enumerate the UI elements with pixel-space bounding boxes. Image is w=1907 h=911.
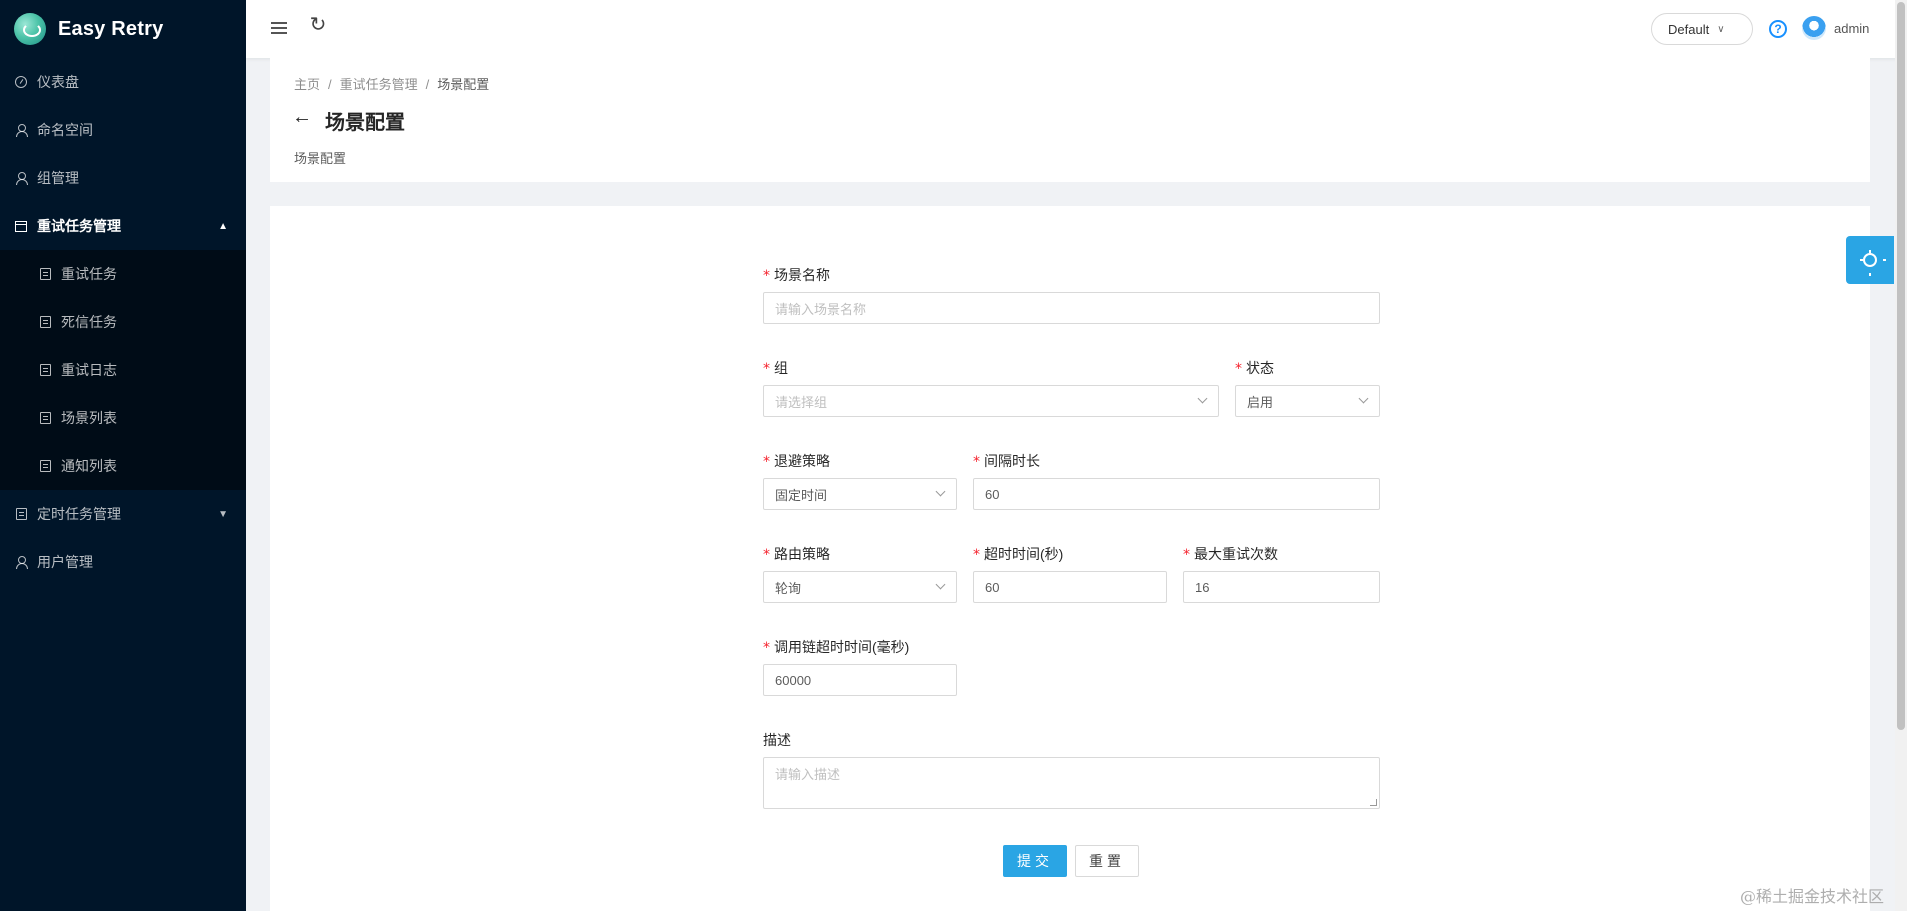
sidebar-item-label: 组管理 bbox=[37, 170, 79, 186]
max-retry-input[interactable]: 16 bbox=[1183, 571, 1380, 603]
chevron-down-icon: ▼ bbox=[218, 508, 228, 520]
breadcrumb: 主页 / 重试任务管理 / 场景配置 bbox=[294, 74, 489, 93]
backoff-strategy-select[interactable]: 固定时间 bbox=[763, 478, 957, 510]
table-icon bbox=[38, 267, 52, 281]
chevron-down-icon bbox=[1358, 393, 1369, 404]
sidebar-item-label: 定时任务管理 bbox=[37, 506, 121, 522]
sidebar-item-namespace[interactable]: 命名空间 bbox=[0, 106, 246, 154]
sidebar-item-label: 用户管理 bbox=[37, 554, 93, 570]
settings-drawer-button[interactable] bbox=[1846, 236, 1894, 284]
timeout-label: * 超时时间(秒) bbox=[973, 546, 1064, 563]
breadcrumb-separator: / bbox=[425, 77, 430, 92]
chain-timeout-label: * 调用链超时时间(毫秒) bbox=[763, 639, 910, 656]
page-header: 主页 / 重试任务管理 / 场景配置 ← 场景配置 场景配置 bbox=[270, 58, 1870, 182]
scene-name-label: * 场景名称 bbox=[763, 267, 830, 284]
sidebar-item-scene-list[interactable]: 场景列表 bbox=[0, 394, 246, 442]
chain-timeout-input[interactable]: 60000 bbox=[763, 664, 957, 696]
sidebar-item-label: 重试任务 bbox=[61, 266, 117, 282]
sidebar-item-retry-task[interactable]: 重试任务 bbox=[0, 250, 246, 298]
workspace-select[interactable]: Default ∨ bbox=[1651, 13, 1753, 45]
submit-button[interactable]: 提交 bbox=[1003, 845, 1067, 877]
user-menu[interactable]: admin bbox=[1802, 16, 1869, 40]
sidebar-item-label: 通知列表 bbox=[61, 458, 117, 474]
max-retry-label: * 最大重试次数 bbox=[1183, 546, 1278, 563]
dashboard-icon bbox=[14, 75, 28, 89]
workspace-value: Default bbox=[1668, 21, 1710, 37]
logo-icon bbox=[14, 13, 46, 45]
person-icon bbox=[14, 171, 28, 185]
sidebar-item-dashboard[interactable]: 仪表盘 bbox=[0, 58, 246, 106]
gear-icon bbox=[1860, 250, 1886, 276]
table-icon bbox=[38, 459, 52, 473]
chevron-down-icon bbox=[935, 486, 946, 497]
top-header: ↻ Default ∨ ? admin bbox=[246, 0, 1907, 58]
watermark: @稀土掘金技术社区 bbox=[1740, 887, 1885, 906]
table-icon bbox=[38, 315, 52, 329]
retry-submenu: 重试任务 死信任务 重试日志 场景列表 通知列表 bbox=[0, 250, 246, 490]
chevron-down-icon bbox=[935, 579, 946, 590]
user-name: admin bbox=[1834, 20, 1870, 36]
table-icon bbox=[38, 363, 52, 377]
sidebar-item-label: 仪表盘 bbox=[37, 74, 79, 90]
table-icon bbox=[38, 411, 52, 425]
calendar-icon bbox=[14, 219, 28, 233]
user-icon bbox=[14, 555, 28, 569]
breadcrumb-current: 场景配置 bbox=[437, 77, 490, 92]
interval-label: * 间隔时长 bbox=[973, 453, 1040, 470]
sidebar: Easy Retry 仪表盘 命名空间 组管理 重试任务管理 ▲ 重试任务 死信… bbox=[0, 0, 246, 911]
logo-text: Easy Retry bbox=[58, 17, 164, 40]
sidebar-item-user-management[interactable]: 用户管理 bbox=[0, 538, 246, 586]
reset-button[interactable]: 重置 bbox=[1075, 845, 1139, 877]
scene-config-form: * 场景名称 请输入场景名称 * 组 请选择组 * 状态 启用 * 退避策略 固定时间 … bbox=[270, 206, 1870, 911]
interval-input[interactable]: 60 bbox=[973, 478, 1380, 510]
description-label: 描述 bbox=[763, 732, 791, 748]
back-arrow-icon[interactable]: ← bbox=[292, 106, 312, 129]
route-strategy-label: * 路由策略 bbox=[763, 546, 830, 563]
avatar bbox=[1802, 16, 1826, 40]
page-scrollbar[interactable] bbox=[1895, 0, 1907, 911]
sidebar-menu: 仪表盘 命名空间 组管理 重试任务管理 ▲ 重试任务 死信任务 重试日志 场景列… bbox=[0, 58, 246, 586]
logo[interactable]: Easy Retry bbox=[0, 0, 246, 58]
sidebar-item-label: 重试任务管理 bbox=[37, 218, 121, 234]
timeout-input[interactable]: 60 bbox=[973, 571, 1167, 603]
sidebar-item-label: 重试日志 bbox=[61, 362, 117, 378]
sidebar-item-group[interactable]: 组管理 bbox=[0, 154, 246, 202]
breadcrumb-home[interactable]: 主页 bbox=[294, 77, 320, 92]
scene-name-input[interactable]: 请输入场景名称 bbox=[763, 292, 1380, 324]
group-select[interactable]: 请选择组 bbox=[763, 385, 1219, 417]
sidebar-item-dead-letter[interactable]: 死信任务 bbox=[0, 298, 246, 346]
sidebar-item-retry-task-management[interactable]: 重试任务管理 ▲ bbox=[0, 202, 246, 250]
chevron-down-icon bbox=[1197, 393, 1208, 404]
menu-fold-icon[interactable] bbox=[268, 17, 290, 39]
breadcrumb-retry-management[interactable]: 重试任务管理 bbox=[340, 77, 418, 92]
sidebar-item-label: 死信任务 bbox=[61, 314, 117, 330]
sidebar-item-scheduled-task-management[interactable]: 定时任务管理 ▼ bbox=[0, 490, 246, 538]
status-select[interactable]: 启用 bbox=[1235, 385, 1380, 417]
help-icon[interactable]: ? bbox=[1769, 20, 1787, 38]
status-label: * 状态 bbox=[1235, 360, 1274, 377]
chevron-down-icon: ∨ bbox=[1717, 23, 1725, 35]
chevron-up-icon: ▲ bbox=[218, 220, 228, 232]
scrollbar-thumb[interactable] bbox=[1897, 2, 1905, 730]
person-icon bbox=[14, 123, 28, 137]
table-icon bbox=[14, 507, 28, 521]
description-textarea[interactable]: 请输入描述 bbox=[763, 757, 1380, 809]
page-title: 场景配置 bbox=[325, 112, 405, 134]
sidebar-item-retry-log[interactable]: 重试日志 bbox=[0, 346, 246, 394]
route-strategy-select[interactable]: 轮询 bbox=[763, 571, 957, 603]
sidebar-item-label: 场景列表 bbox=[61, 410, 117, 426]
breadcrumb-separator: / bbox=[328, 77, 332, 92]
reload-icon[interactable]: ↻ bbox=[307, 13, 329, 36]
sidebar-item-label: 命名空间 bbox=[37, 122, 93, 138]
group-label: * 组 bbox=[763, 360, 788, 377]
page-description: 场景配置 bbox=[294, 151, 347, 166]
sidebar-item-notify-list[interactable]: 通知列表 bbox=[0, 442, 246, 490]
backoff-strategy-label: * 退避策略 bbox=[763, 453, 830, 470]
